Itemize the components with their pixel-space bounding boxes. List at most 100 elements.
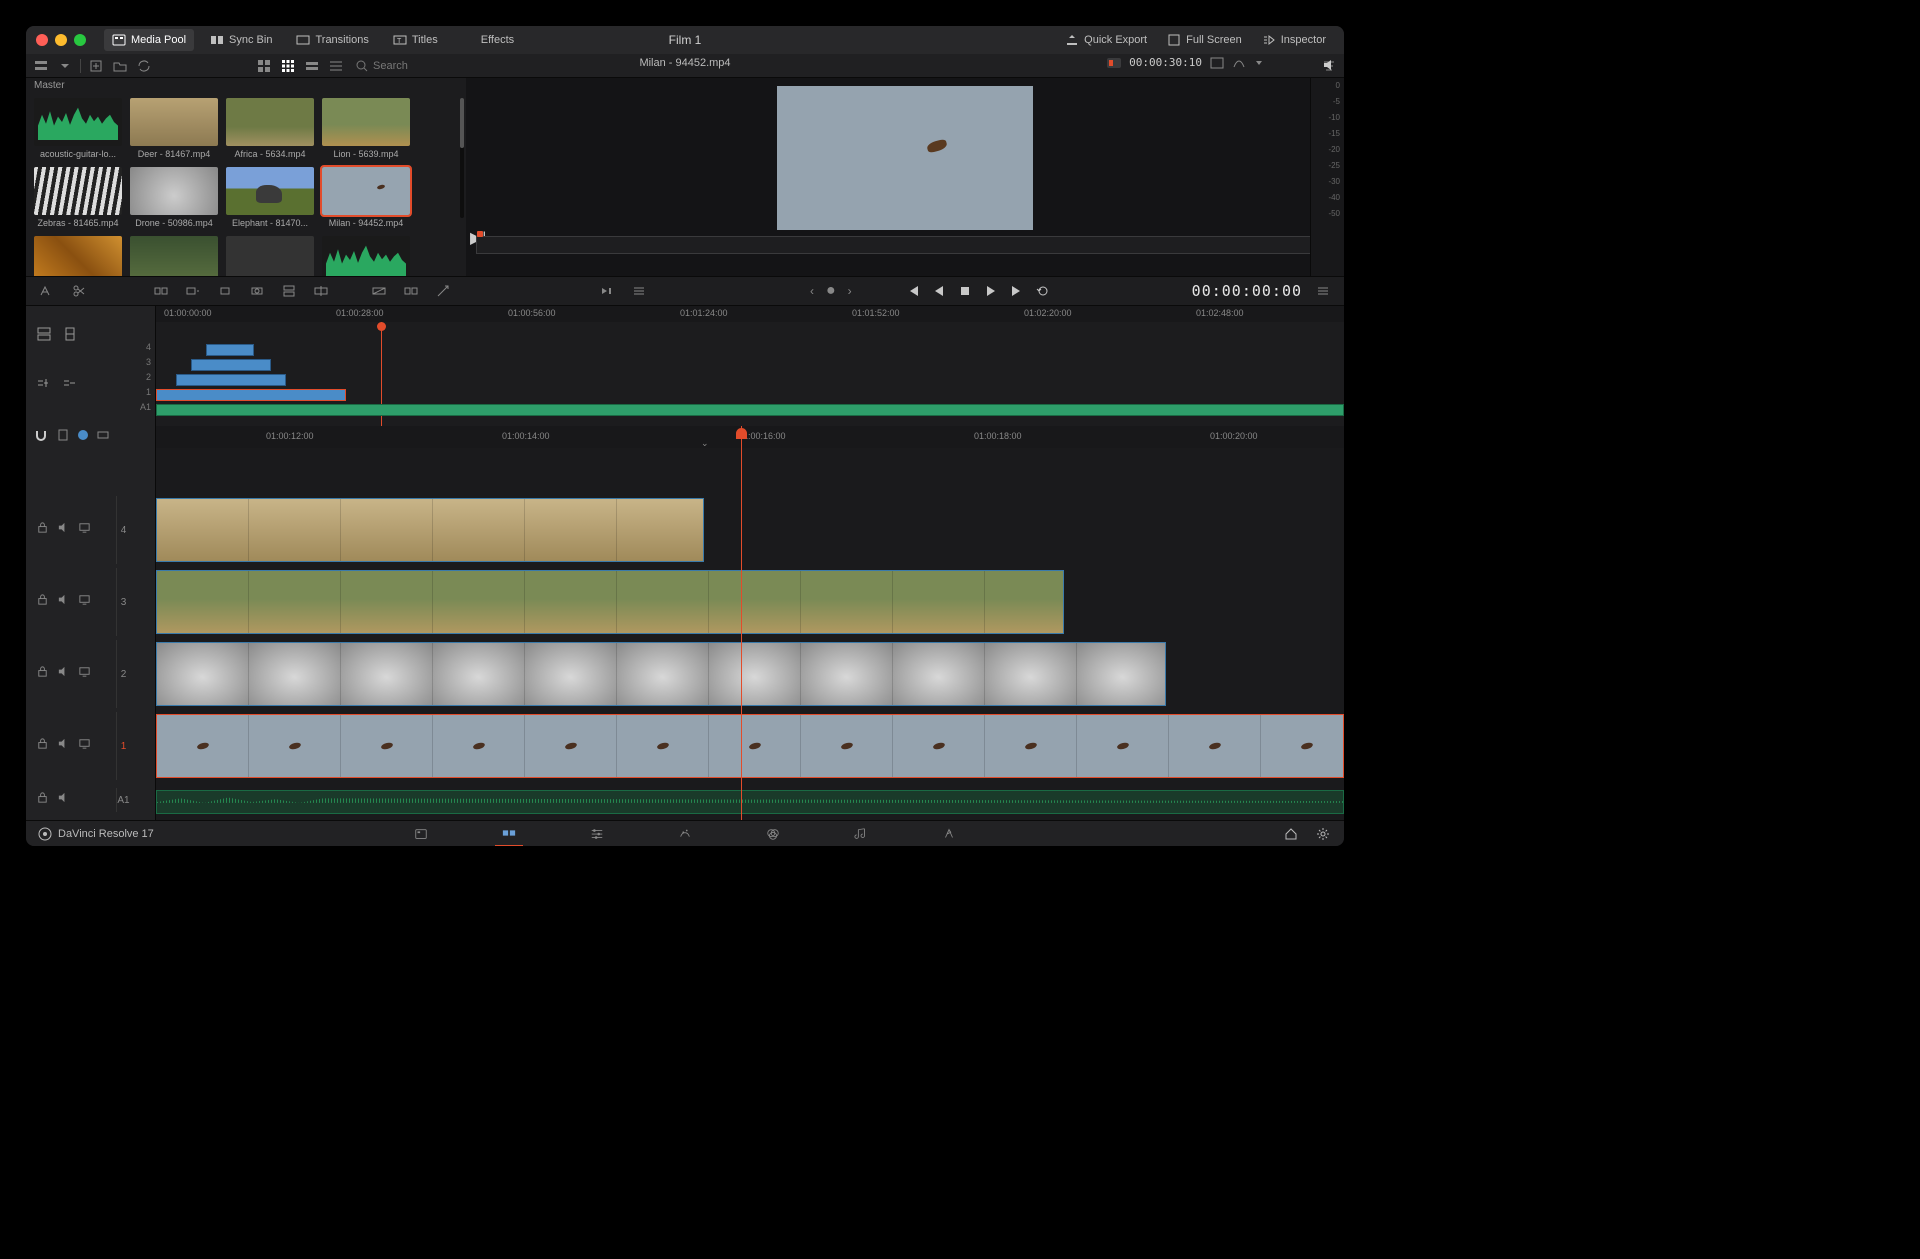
marker-mode-icon[interactable] <box>56 428 70 442</box>
detail-ruler[interactable]: ⌄ 01:00:12:0001:00:14:0001:00:16:0001:00… <box>156 426 1344 448</box>
speaker-icon[interactable] <box>57 791 70 809</box>
nav-prev-icon[interactable]: ‹ <box>810 284 814 298</box>
quick-export-button[interactable]: Quick Export <box>1057 29 1155 51</box>
viewer-tool-icon[interactable] <box>1210 57 1224 69</box>
inspector-button[interactable]: Inspector <box>1254 29 1334 51</box>
track-number[interactable]: 4 <box>116 496 130 564</box>
upper-clip-v3[interactable] <box>191 359 271 371</box>
view-strip-icon[interactable] <box>303 58 321 74</box>
upper-clip-v2[interactable] <box>176 374 286 386</box>
import-folder-icon[interactable] <box>111 58 129 74</box>
lock-icon[interactable] <box>36 521 49 539</box>
marker-color-icon[interactable] <box>78 430 88 440</box>
view-list-icon[interactable] <box>327 58 345 74</box>
clip-thumbnail[interactable]: Drone - 50986.mp4 <box>130 167 218 228</box>
clip-thumbnail[interactable]: Zebras - 81465.mp4 <box>34 167 122 228</box>
video-clip[interactable] <box>156 714 1344 778</box>
viewer-canvas[interactable] <box>777 86 1033 230</box>
upper-timeline[interactable]: 4321A1 01:00:00:0001:00:28:0001:00:56:00… <box>26 306 1344 426</box>
titles-tab[interactable]: T Titles <box>385 29 446 51</box>
track-number[interactable]: 3 <box>116 568 130 636</box>
import-media-icon[interactable] <box>87 58 105 74</box>
timeline-options-icon[interactable] <box>628 283 650 299</box>
deliver-page-icon[interactable] <box>935 821 963 847</box>
upper-ruler[interactable]: 01:00:00:0001:00:28:0001:00:56:0001:01:2… <box>156 306 1344 322</box>
transitions-tab[interactable]: Transitions <box>288 29 376 51</box>
boring-detector-icon[interactable] <box>596 283 618 299</box>
go-start-icon[interactable] <box>906 284 920 298</box>
view-thumb-small-icon[interactable] <box>255 58 273 74</box>
cut-icon[interactable] <box>400 283 422 299</box>
upper-clip-a1[interactable] <box>156 404 1344 416</box>
go-end-icon[interactable] <box>1010 284 1024 298</box>
clip-thumbnail[interactable]: acoustic-guitar-lo... <box>34 98 122 159</box>
track-number[interactable]: 2 <box>116 640 130 708</box>
media-page-icon[interactable] <box>407 821 435 847</box>
media-pool-tab[interactable]: Media Pool <box>104 29 194 51</box>
clip-thumbnail[interactable]: Africa - 5634.mp4 <box>226 98 314 159</box>
fairlight-page-icon[interactable] <box>847 821 875 847</box>
lock-icon[interactable] <box>36 593 49 611</box>
sync-bin-tab[interactable]: Sync Bin <box>202 29 280 51</box>
display-icon[interactable] <box>78 737 91 755</box>
fusion-page-icon[interactable] <box>671 821 699 847</box>
video-track[interactable] <box>156 496 1344 564</box>
upper-clip-v4[interactable] <box>206 344 254 356</box>
bin-name[interactable]: Master <box>26 78 466 94</box>
snap-icon[interactable] <box>34 428 48 442</box>
audio-clip[interactable] <box>156 790 1344 814</box>
smart-insert-icon[interactable] <box>150 283 172 299</box>
split-clip-icon[interactable] <box>68 283 90 299</box>
viewer-options-icon[interactable] <box>1254 58 1264 68</box>
video-track[interactable] <box>156 640 1344 708</box>
add-track-icon[interactable] <box>36 376 52 392</box>
settings-icon[interactable] <box>1314 826 1332 842</box>
bin-list-icon[interactable] <box>32 58 50 74</box>
track-number[interactable]: A1 <box>116 788 130 812</box>
speaker-icon[interactable] <box>57 665 70 683</box>
append-icon[interactable] <box>182 283 204 299</box>
effects-tab[interactable]: Effects <box>454 29 522 51</box>
display-icon[interactable] <box>78 521 91 539</box>
tools-icon[interactable] <box>432 283 454 299</box>
play-reverse-icon[interactable] <box>932 284 946 298</box>
ripple-overwrite-icon[interactable] <box>214 283 236 299</box>
close-window-button[interactable] <box>36 34 48 46</box>
bin-dropdown-icon[interactable] <box>56 58 74 74</box>
nav-next-icon[interactable]: › <box>848 284 852 298</box>
zoom-window-button[interactable] <box>74 34 86 46</box>
dissolve-icon[interactable] <box>368 283 390 299</box>
search-input[interactable]: Search <box>355 59 445 73</box>
timeline-view-a-icon[interactable] <box>36 326 52 342</box>
chevron-down-icon[interactable]: ⌄ <box>701 438 709 449</box>
media-pool-scrollbar[interactable] <box>460 98 464 218</box>
timeline-view-b-icon[interactable] <box>62 326 78 342</box>
color-page-icon[interactable] <box>759 821 787 847</box>
edit-page-icon[interactable] <box>583 821 611 847</box>
video-track[interactable] <box>156 568 1344 636</box>
video-track[interactable] <box>156 712 1344 780</box>
lock-icon[interactable] <box>36 791 49 809</box>
clip-thumbnail[interactable]: Elephant - 81470... <box>226 167 314 228</box>
flag-icon[interactable] <box>96 428 110 442</box>
speaker-icon[interactable] <box>57 521 70 539</box>
minimize-window-button[interactable] <box>55 34 67 46</box>
detail-timeline[interactable]: 4321A1 ⌄ 01:00:12:0001:00:14:0001:00:16:… <box>26 426 1344 820</box>
loop-icon[interactable] <box>1036 284 1050 298</box>
home-icon[interactable] <box>1282 826 1300 842</box>
lock-icon[interactable] <box>36 737 49 755</box>
view-thumb-icon[interactable] <box>279 58 297 74</box>
timeline-menu-icon[interactable] <box>1312 283 1334 299</box>
speaker-icon[interactable] <box>57 737 70 755</box>
stop-icon[interactable] <box>958 284 972 298</box>
video-clip[interactable] <box>156 498 704 562</box>
clip-thumbnail[interactable]: Lion - 5639.mp4 <box>322 98 410 159</box>
timeline-timecode[interactable]: 00:00:00:00 <box>1192 282 1302 300</box>
display-icon[interactable] <box>78 593 91 611</box>
clip-thumbnail[interactable]: Milan - 94452.mp4 <box>322 167 410 228</box>
place-on-top-icon[interactable] <box>278 283 300 299</box>
full-screen-button[interactable]: Full Screen <box>1159 29 1250 51</box>
upper-clip-v1[interactable] <box>156 389 346 401</box>
detail-playhead[interactable] <box>741 426 742 820</box>
sync-icon[interactable] <box>135 58 153 74</box>
